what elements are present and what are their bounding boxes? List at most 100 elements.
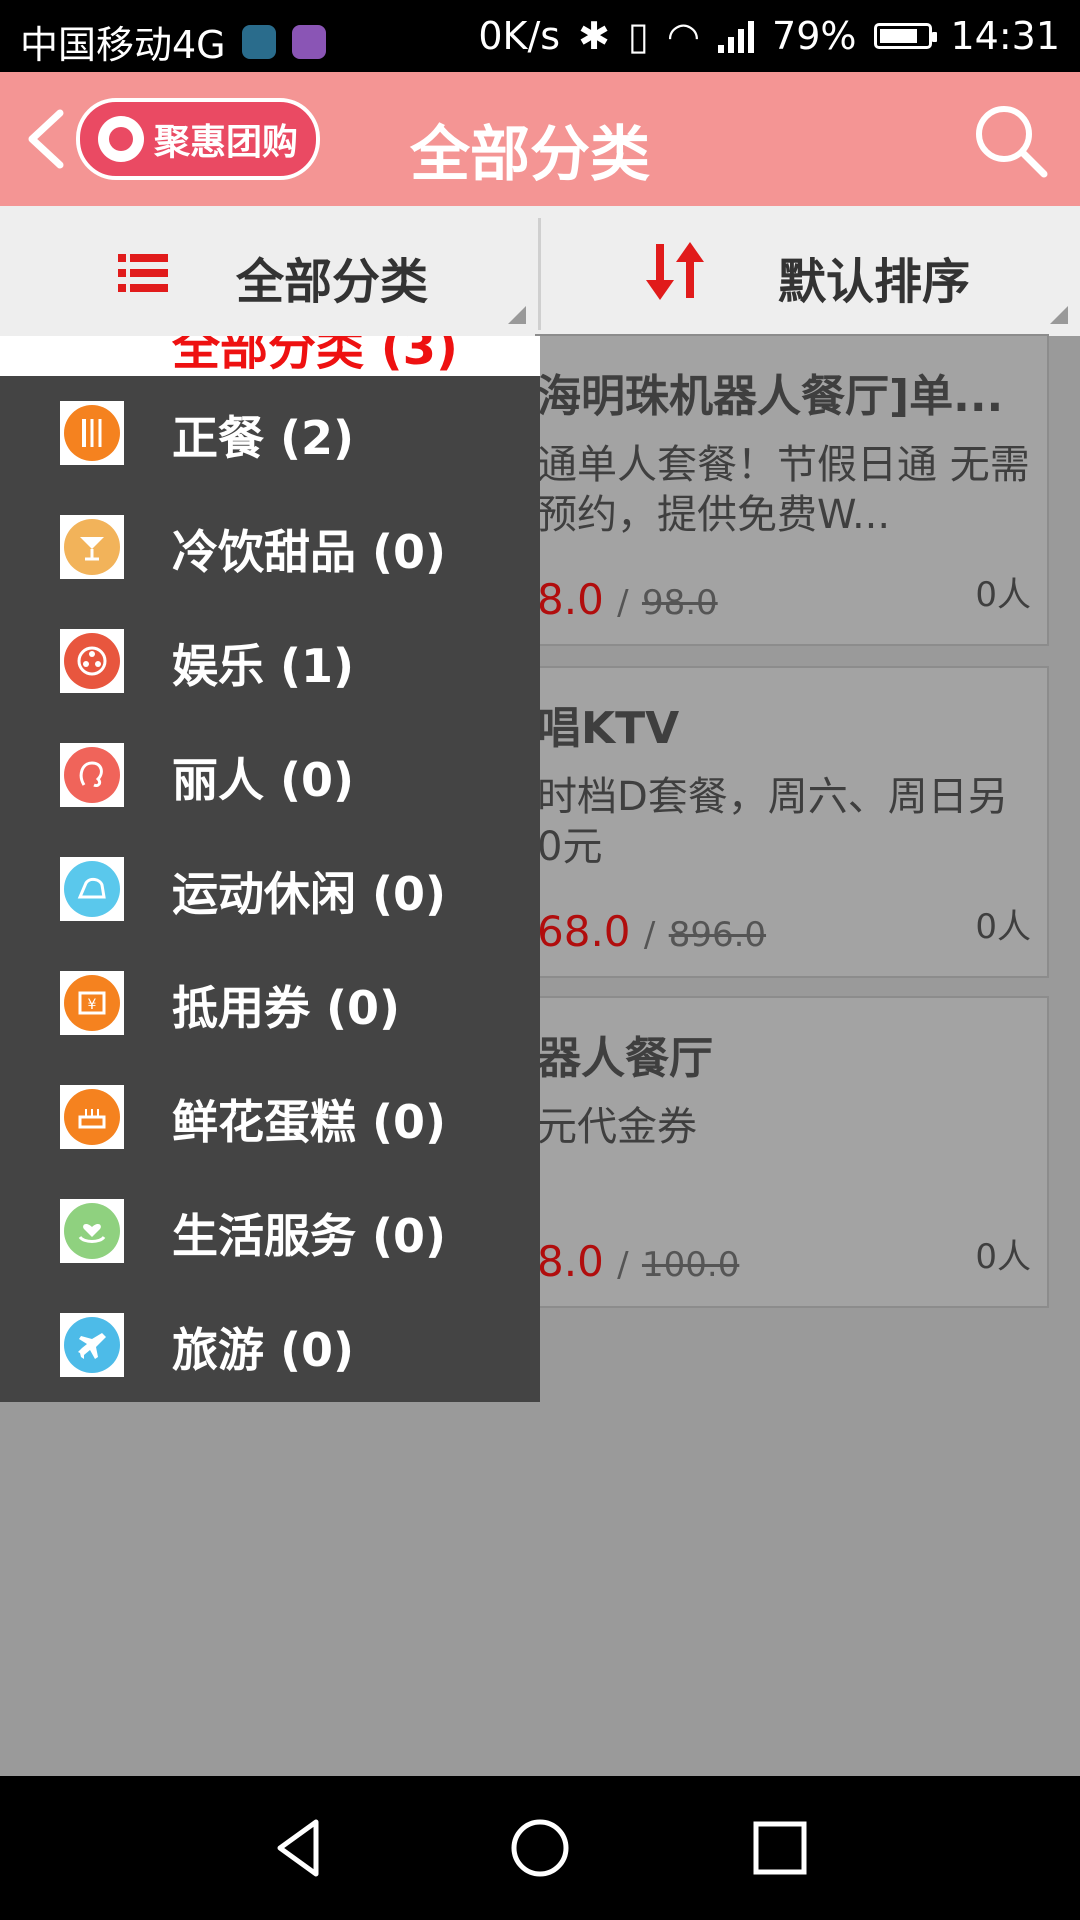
deal-title: 唱KTV xyxy=(537,703,680,754)
gallery-icon xyxy=(291,24,326,59)
category-item-dining[interactable]: 正餐 (2) xyxy=(0,376,540,490)
deal-price: 68.0 xyxy=(537,907,631,956)
icon-frame xyxy=(60,629,124,693)
deal-description: 时档D套餐，周六、周日另 0元 xyxy=(537,774,1008,870)
nav-back-icon[interactable] xyxy=(268,1816,332,1880)
category-filter-label: 全部分类 xyxy=(236,254,429,310)
network-speed: 0K/s xyxy=(478,14,561,58)
signal-icon xyxy=(718,19,755,53)
category-label: 冷饮甜品 (0) xyxy=(172,525,447,579)
category-filter-button[interactable]: 全部分类 xyxy=(0,206,538,336)
original-price: 896.0 xyxy=(668,915,767,955)
category-item-entertainment[interactable]: 娱乐 (1) xyxy=(0,604,540,718)
category-label: 生活服务 (0) xyxy=(172,1209,447,1263)
plane-icon xyxy=(64,1317,120,1373)
status-bar: 中国移动4G 0K/s ✱ ▯ ◠ 79% 14:31 xyxy=(0,0,1080,72)
svg-text:¥: ¥ xyxy=(88,997,97,1013)
price-separator: / xyxy=(643,915,656,955)
voucher-icon: ¥ xyxy=(64,975,120,1031)
category-label: 娱乐 (1) xyxy=(172,639,355,693)
wifi-icon: ◠ xyxy=(666,14,701,58)
deal-card[interactable]: 海明珠机器人餐厅]单... 通单人套餐！节假日通 无需预约，提供免费W... 8… xyxy=(535,334,1049,646)
category-label: 抵用券 (0) xyxy=(172,981,401,1035)
logo-text: 聚惠团购 xyxy=(153,122,298,163)
film-reel-icon xyxy=(64,633,120,689)
status-bar-left: 中国移动4G xyxy=(20,14,326,69)
category-label: 正餐 (2) xyxy=(172,411,355,465)
deal-description: 通单人套餐！节假日通 无需预约，提供免费W... xyxy=(537,442,1030,538)
sort-filter-button[interactable]: 默认排序 xyxy=(542,206,1080,336)
category-item-vouchers[interactable]: ¥ 抵用券 (0) xyxy=(0,946,540,1060)
icon-frame xyxy=(60,743,124,807)
deal-price: 8.0 xyxy=(537,575,604,624)
system-nav-bar xyxy=(0,1776,1080,1920)
nav-home-icon[interactable] xyxy=(508,1816,572,1880)
battery-icon xyxy=(874,23,938,49)
deal-card[interactable]: 器人餐厅 元代金券 8.0 / 100.0 0人 xyxy=(535,996,1049,1308)
category-item-desserts[interactable]: 冷饮甜品 (0) xyxy=(0,490,540,604)
deal-description: 元代金券 xyxy=(537,1104,697,1150)
dropdown-selected-label: 全部分类 (3) xyxy=(172,336,458,376)
icon-frame xyxy=(60,1199,124,1263)
battery-percent: 79% xyxy=(772,14,857,58)
icon-frame: ¥ xyxy=(60,971,124,1035)
clock: 14:31 xyxy=(950,14,1060,58)
status-bar-right: 0K/s ✱ ▯ ◠ 79% 14:31 xyxy=(478,14,1060,58)
filter-divider xyxy=(538,218,541,330)
dropdown-corner-icon xyxy=(508,306,526,324)
deal-price: 8.0 xyxy=(537,1237,604,1286)
life-service-icon xyxy=(64,1203,120,1259)
app-header: 聚惠团购 全部分类 xyxy=(0,72,1080,206)
category-label: 鲜花蛋糕 (0) xyxy=(172,1095,447,1149)
price-row: 8.0 / 98.0 xyxy=(537,575,718,624)
deal-title: 器人餐厅 xyxy=(537,1033,713,1084)
dropdown-corner-icon xyxy=(1050,306,1068,324)
cocktail-icon xyxy=(64,519,120,575)
app-logo: 聚惠团购 xyxy=(76,98,320,180)
price-row: 68.0 / 896.0 xyxy=(537,907,766,956)
vibrate-icon: ▯ xyxy=(627,14,649,58)
list-icon xyxy=(118,254,168,292)
icon-frame xyxy=(60,857,124,921)
sort-filter-label: 默认排序 xyxy=(778,254,971,310)
sold-count: 0人 xyxy=(975,575,1031,615)
nav-recents-icon[interactable] xyxy=(748,1816,812,1880)
original-price: 100.0 xyxy=(641,1245,740,1285)
price-separator: / xyxy=(617,1245,629,1285)
deal-title: 海明珠机器人餐厅]单... xyxy=(537,371,1004,422)
dining-icon xyxy=(64,405,120,461)
graduation-cap-icon xyxy=(241,24,276,59)
back-icon[interactable] xyxy=(22,107,72,171)
price-separator: / xyxy=(617,583,629,623)
category-item-flowers-cakes[interactable]: 鲜花蛋糕 (0) xyxy=(0,1060,540,1174)
bluetooth-icon: ✱ xyxy=(578,14,610,58)
sports-icon xyxy=(64,861,120,917)
category-list: 正餐 (2) 冷饮甜品 (0) 娱乐 (1) 丽人 (0) 运动休闲 (0) ¥… xyxy=(0,376,540,1402)
sort-icon xyxy=(646,242,704,300)
category-label: 运动休闲 (0) xyxy=(172,867,447,921)
category-label: 旅游 (0) xyxy=(172,1323,355,1377)
icon-frame xyxy=(60,1313,124,1377)
category-label: 丽人 (0) xyxy=(172,753,355,807)
page-title: 全部分类 xyxy=(410,120,650,190)
original-price: 98.0 xyxy=(641,583,718,623)
search-icon[interactable] xyxy=(972,102,1050,180)
category-item-life-services[interactable]: 生活服务 (0) xyxy=(0,1174,540,1288)
deal-card[interactable]: 唱KTV 时档D套餐，周六、周日另 0元 68.0 / 896.0 0人 xyxy=(535,666,1049,978)
category-item-beauty[interactable]: 丽人 (0) xyxy=(0,718,540,832)
category-item-sports[interactable]: 运动休闲 (0) xyxy=(0,832,540,946)
cake-icon xyxy=(64,1089,120,1145)
sold-count: 0人 xyxy=(975,907,1031,947)
icon-frame xyxy=(60,515,124,579)
sold-count: 0人 xyxy=(975,1237,1031,1277)
logo-mark-icon xyxy=(97,116,144,162)
icon-frame xyxy=(60,401,124,465)
filter-bar: 全部分类 默认排序 xyxy=(0,206,1080,336)
dropdown-selected-item[interactable]: 全部分类 (3) xyxy=(0,336,540,376)
category-dropdown: 全部分类 (3) 正餐 (2) 冷饮甜品 (0) 娱乐 (1) 丽人 (0) 运… xyxy=(0,336,540,1402)
beauty-icon xyxy=(64,747,120,803)
category-item-travel[interactable]: 旅游 (0) xyxy=(0,1288,540,1402)
price-row: 8.0 / 100.0 xyxy=(537,1237,739,1286)
carrier-label: 中国移动4G xyxy=(20,23,226,67)
icon-frame xyxy=(60,1085,124,1149)
